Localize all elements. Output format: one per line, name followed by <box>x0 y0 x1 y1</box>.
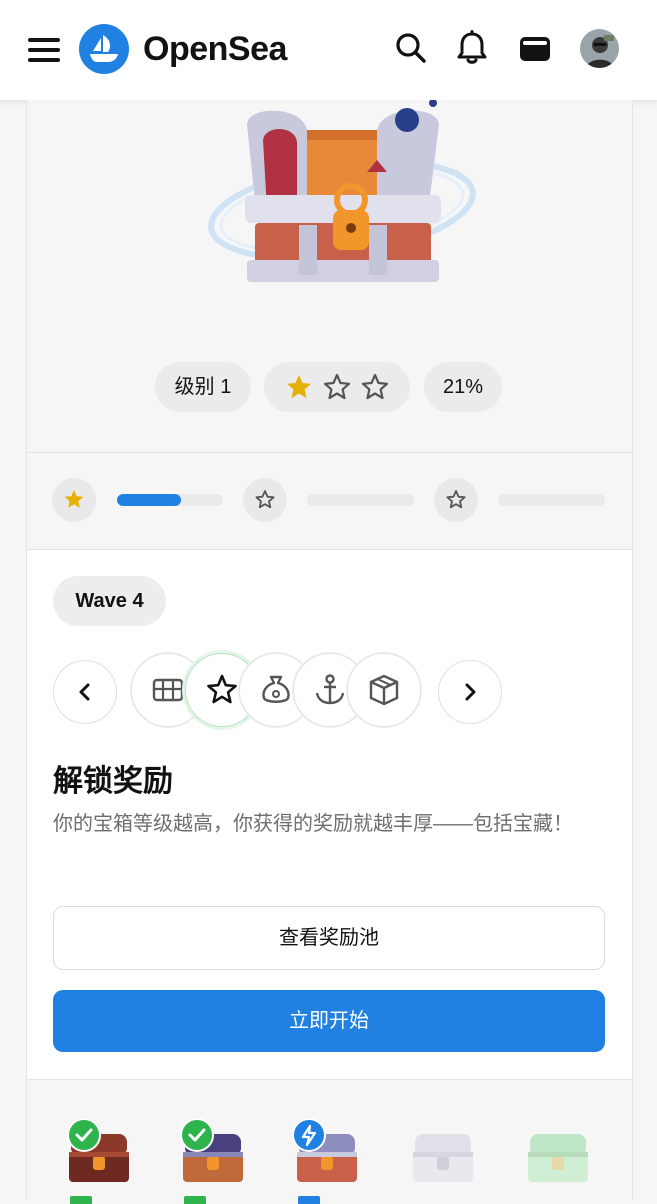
chevron-left-icon <box>79 683 90 701</box>
chest-hero-section: 级别 1 21% <box>27 100 632 452</box>
chest-card: 级别 1 21% Wave 4 解锁奖励 你的宝箱等级越高，你获得的奖励就越丰厚… <box>26 100 633 1204</box>
completed-badge <box>67 1118 101 1152</box>
next-button[interactable] <box>438 660 502 724</box>
anchor-icon <box>315 674 345 705</box>
star-icon <box>207 674 237 704</box>
avatar[interactable] <box>580 29 619 68</box>
bag-icon <box>262 675 290 703</box>
completed-badge <box>180 1118 214 1152</box>
reward-box-button[interactable] <box>347 653 421 727</box>
check-icon <box>188 1128 206 1142</box>
star-empty-icon <box>323 373 351 400</box>
brand-name[interactable]: OpenSea <box>143 24 287 74</box>
unlock-title: 解锁奖励 <box>53 765 173 798</box>
star-filled-icon <box>64 490 84 508</box>
progress-star-3 <box>434 478 478 522</box>
chest-status-bar <box>70 1196 92 1204</box>
star-empty-icon <box>361 373 389 400</box>
start-now-button[interactable]: 立即开始 <box>53 990 605 1052</box>
progress-percent: 21% <box>424 362 502 412</box>
check-icon <box>75 1128 93 1142</box>
chest-status-bar <box>184 1196 206 1204</box>
star-filled-icon <box>287 375 311 398</box>
box-icon <box>369 674 399 706</box>
progress-track-3 <box>498 494 605 506</box>
hamburger-menu-icon[interactable] <box>28 38 60 62</box>
wave-badge: Wave 4 <box>53 576 166 626</box>
view-reward-pool-button[interactable]: 查看奖励池 <box>53 906 605 970</box>
opensea-logo[interactable] <box>79 24 129 74</box>
unlock-description: 你的宝箱等级越高，你获得的奖励就越丰厚——包括宝藏！ <box>53 813 573 835</box>
wallet-icon[interactable] <box>517 30 553 66</box>
level-badge: 级别 1 <box>155 362 251 412</box>
prev-button[interactable] <box>53 660 117 724</box>
progress-track-2 <box>307 494 414 506</box>
grid-icon <box>152 678 184 702</box>
chevron-right-icon <box>465 683 476 701</box>
chest-item[interactable] <box>524 1130 592 1186</box>
search-icon[interactable] <box>393 30 429 66</box>
treasure-chest-image <box>208 100 476 282</box>
progress-fill-1 <box>117 494 181 506</box>
lightning-icon <box>301 1124 317 1147</box>
chest-status-bar <box>298 1196 320 1204</box>
progress-star-2 <box>243 478 287 522</box>
star-empty-icon <box>446 490 466 509</box>
top-bar: OpenSea <box>0 0 657 101</box>
progress-star-1 <box>52 478 96 522</box>
bell-icon[interactable] <box>454 30 490 66</box>
chest-item[interactable] <box>409 1130 477 1186</box>
star-rating <box>264 362 410 412</box>
star-empty-icon <box>255 490 275 509</box>
active-badge <box>292 1118 326 1152</box>
progress-track-1 <box>117 494 223 506</box>
